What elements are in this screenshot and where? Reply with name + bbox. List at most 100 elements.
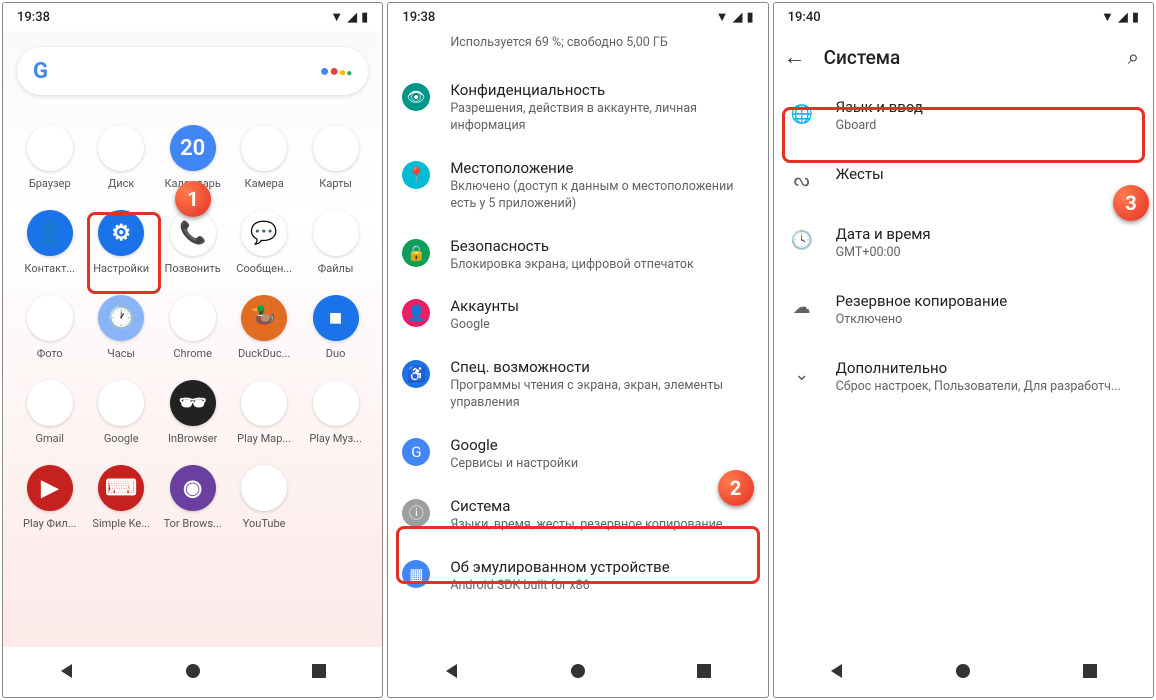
contacts-icon: 👤 xyxy=(27,210,73,256)
row-icon: 👤 xyxy=(402,299,430,327)
app-playfilm[interactable]: ▶Play Фил... xyxy=(17,465,82,530)
battery-icon: ▮ xyxy=(361,10,368,25)
app-google[interactable]: GGoogle xyxy=(88,380,153,445)
nav-back-button[interactable] xyxy=(422,662,482,683)
row-subtitle: Разрешения, действия в аккаунте, личная … xyxy=(450,101,751,135)
row-title: Резервное копирование xyxy=(836,292,1137,310)
app-label: Файлы xyxy=(318,262,354,275)
row-subtitle: Сброс настроек, Пользователи, Для разраб… xyxy=(836,379,1137,396)
app-settings[interactable]: ⚙Настройки xyxy=(88,210,153,275)
search-icon[interactable]: ⌕ xyxy=(1128,45,1139,69)
step-badge-1: 1 xyxy=(175,181,211,217)
row-title: Об эмулированном устройстве xyxy=(450,558,751,576)
app-label: Tor Brows... xyxy=(164,517,222,530)
row-icon: 🌐 xyxy=(788,100,816,128)
settings-row[interactable]: 📍МестоположениеВключено (доступ к данным… xyxy=(388,147,767,225)
signal-icon: ◢ xyxy=(733,10,743,25)
app-play[interactable]: ▶Play Мар... xyxy=(231,380,296,445)
app-label: Сообщен... xyxy=(236,262,292,275)
row-title: Конфиденциальность xyxy=(450,81,751,99)
row-icon: ▦ xyxy=(402,560,430,588)
app-ddg[interactable]: 🦆DuckDuc... xyxy=(231,295,296,360)
google-logo-icon: G xyxy=(33,59,48,84)
playfilm-icon: ▶ xyxy=(27,465,73,511)
nav-home-button[interactable] xyxy=(163,662,223,683)
storage-subtext: Используется 69 %; свободно 5,00 ГБ xyxy=(450,35,751,52)
system-row[interactable]: ᔓЖесты xyxy=(774,150,1153,210)
status-bar: 19:38 ▼ ◢ ▮ xyxy=(3,3,382,31)
tor-icon: ◉ xyxy=(170,465,216,511)
nav-home-button[interactable] xyxy=(548,662,608,683)
settings-row[interactable]: GGoogleСервисы и настройки xyxy=(388,424,767,485)
app-camera[interactable]: ◉Камера xyxy=(231,125,296,190)
nav-home-button[interactable] xyxy=(933,662,993,683)
row-subtitle: Языки, время, жесты, резервное копирован… xyxy=(450,517,751,534)
app-inbrowser[interactable]: 🕶InBrowser xyxy=(160,380,225,445)
settings-row[interactable]: 👁КонфиденциальностьРазрешения, действия … xyxy=(388,69,767,147)
row-subtitle: Android SDK built for x86 xyxy=(450,578,751,595)
msg-icon: 💬 xyxy=(241,210,287,256)
status-time: 19:38 xyxy=(17,10,50,25)
nav-recent-button[interactable] xyxy=(289,662,349,683)
row-title: Жесты xyxy=(836,165,1137,183)
wifi-icon: ▼ xyxy=(716,9,729,25)
row-title: Система xyxy=(450,497,751,515)
row-icon: ♿ xyxy=(402,360,430,388)
android-nav-bar xyxy=(388,647,767,697)
settings-row-storage-partial[interactable]: Используется 69 %; свободно 5,00 ГБ xyxy=(388,31,767,69)
system-row[interactable]: ⌄ДополнительноСброс настроек, Пользовате… xyxy=(774,344,1153,411)
settings-icon: ⚙ xyxy=(98,210,144,256)
row-title: Аккаунты xyxy=(450,297,751,315)
app-keyb[interactable]: ⌨Simple Ke... xyxy=(88,465,153,530)
app-msg[interactable]: 💬 Сообщен... xyxy=(231,210,296,275)
system-row[interactable]: ☁Резервное копированиеОтключено xyxy=(774,277,1153,344)
app-chrome[interactable]: ◯Chrome xyxy=(160,295,225,360)
app-maps[interactable]: ◆Карты xyxy=(303,125,368,190)
system-row[interactable]: 🌐Язык и вводGboard xyxy=(774,83,1153,150)
app-files[interactable]: 🗂Файлы xyxy=(303,210,368,275)
app-youtube[interactable]: ▶YouTube xyxy=(231,465,296,530)
settings-row[interactable]: ♿Спец. возможностиПрограммы чтения с экр… xyxy=(388,346,767,424)
app-clock[interactable]: 🕐 Часы xyxy=(88,295,153,360)
nav-back-button[interactable] xyxy=(36,662,96,683)
app-gmail[interactable]: MGmail xyxy=(17,380,82,445)
nav-recent-button[interactable] xyxy=(1060,662,1120,683)
app-label: InBrowser xyxy=(168,432,217,445)
phone-panel-launcher: 19:38 ▼ ◢ ▮ G ●●●● YБраузер▲Диск20Календ… xyxy=(2,2,383,698)
back-arrow-icon[interactable]: ← xyxy=(784,44,806,70)
app-phone[interactable]: 📞Позвонить xyxy=(160,210,225,275)
system-row[interactable]: 🕓Дата и времяGMT+00:00 xyxy=(774,210,1153,277)
battery-icon: ▮ xyxy=(747,10,754,25)
app-yandex[interactable]: YБраузер xyxy=(17,125,82,190)
settings-row[interactable]: ▦ Об эмулированном устройстве Android SDK … xyxy=(388,546,767,607)
settings-row[interactable]: ⓘ Система Языки, время, жесты, резервное к… xyxy=(388,485,767,546)
youtube-icon: ▶ xyxy=(241,465,287,511)
nav-back-button[interactable] xyxy=(807,662,867,683)
app-label: Simple Ke... xyxy=(92,517,150,530)
assistant-icon[interactable]: ●●●● xyxy=(320,61,353,81)
google-search-bar[interactable]: G ●●●● xyxy=(17,47,368,95)
android-nav-bar xyxy=(3,647,382,697)
maps-icon: ◆ xyxy=(313,125,359,171)
screen-title: Система xyxy=(824,46,901,69)
app-tor[interactable]: ◉ Tor Brows... xyxy=(160,465,225,530)
playmusic-icon: ♫ xyxy=(313,380,359,426)
app-label: Камера xyxy=(245,177,284,190)
app-drive[interactable]: ▲Диск xyxy=(88,125,153,190)
app-label: Часы xyxy=(107,347,135,360)
android-nav-bar xyxy=(774,647,1153,697)
app-duo[interactable]: ■Duo xyxy=(303,295,368,360)
row-title: Спец. возможности xyxy=(450,358,751,376)
row-icon: ⓘ xyxy=(402,499,430,527)
clock-icon: 🕐 xyxy=(98,295,144,341)
app-playmusic[interactable]: ♫Play Муз... xyxy=(303,380,368,445)
settings-row[interactable]: 🔒БезопасностьБлокировка экрана, цифровой… xyxy=(388,225,767,286)
screen-header: ← Система ⌕ xyxy=(774,31,1153,83)
nav-recent-button[interactable] xyxy=(674,662,734,683)
app-contacts[interactable]: 👤Контакт... xyxy=(17,210,82,275)
settings-row[interactable]: 👤 Аккаунты Google xyxy=(388,285,767,346)
row-subtitle: Google xyxy=(450,317,751,334)
app-photos[interactable]: ✦Фото xyxy=(17,295,82,360)
row-icon: 🔒 xyxy=(402,239,430,267)
row-subtitle: Включено (доступ к данным о местоположен… xyxy=(450,179,751,213)
